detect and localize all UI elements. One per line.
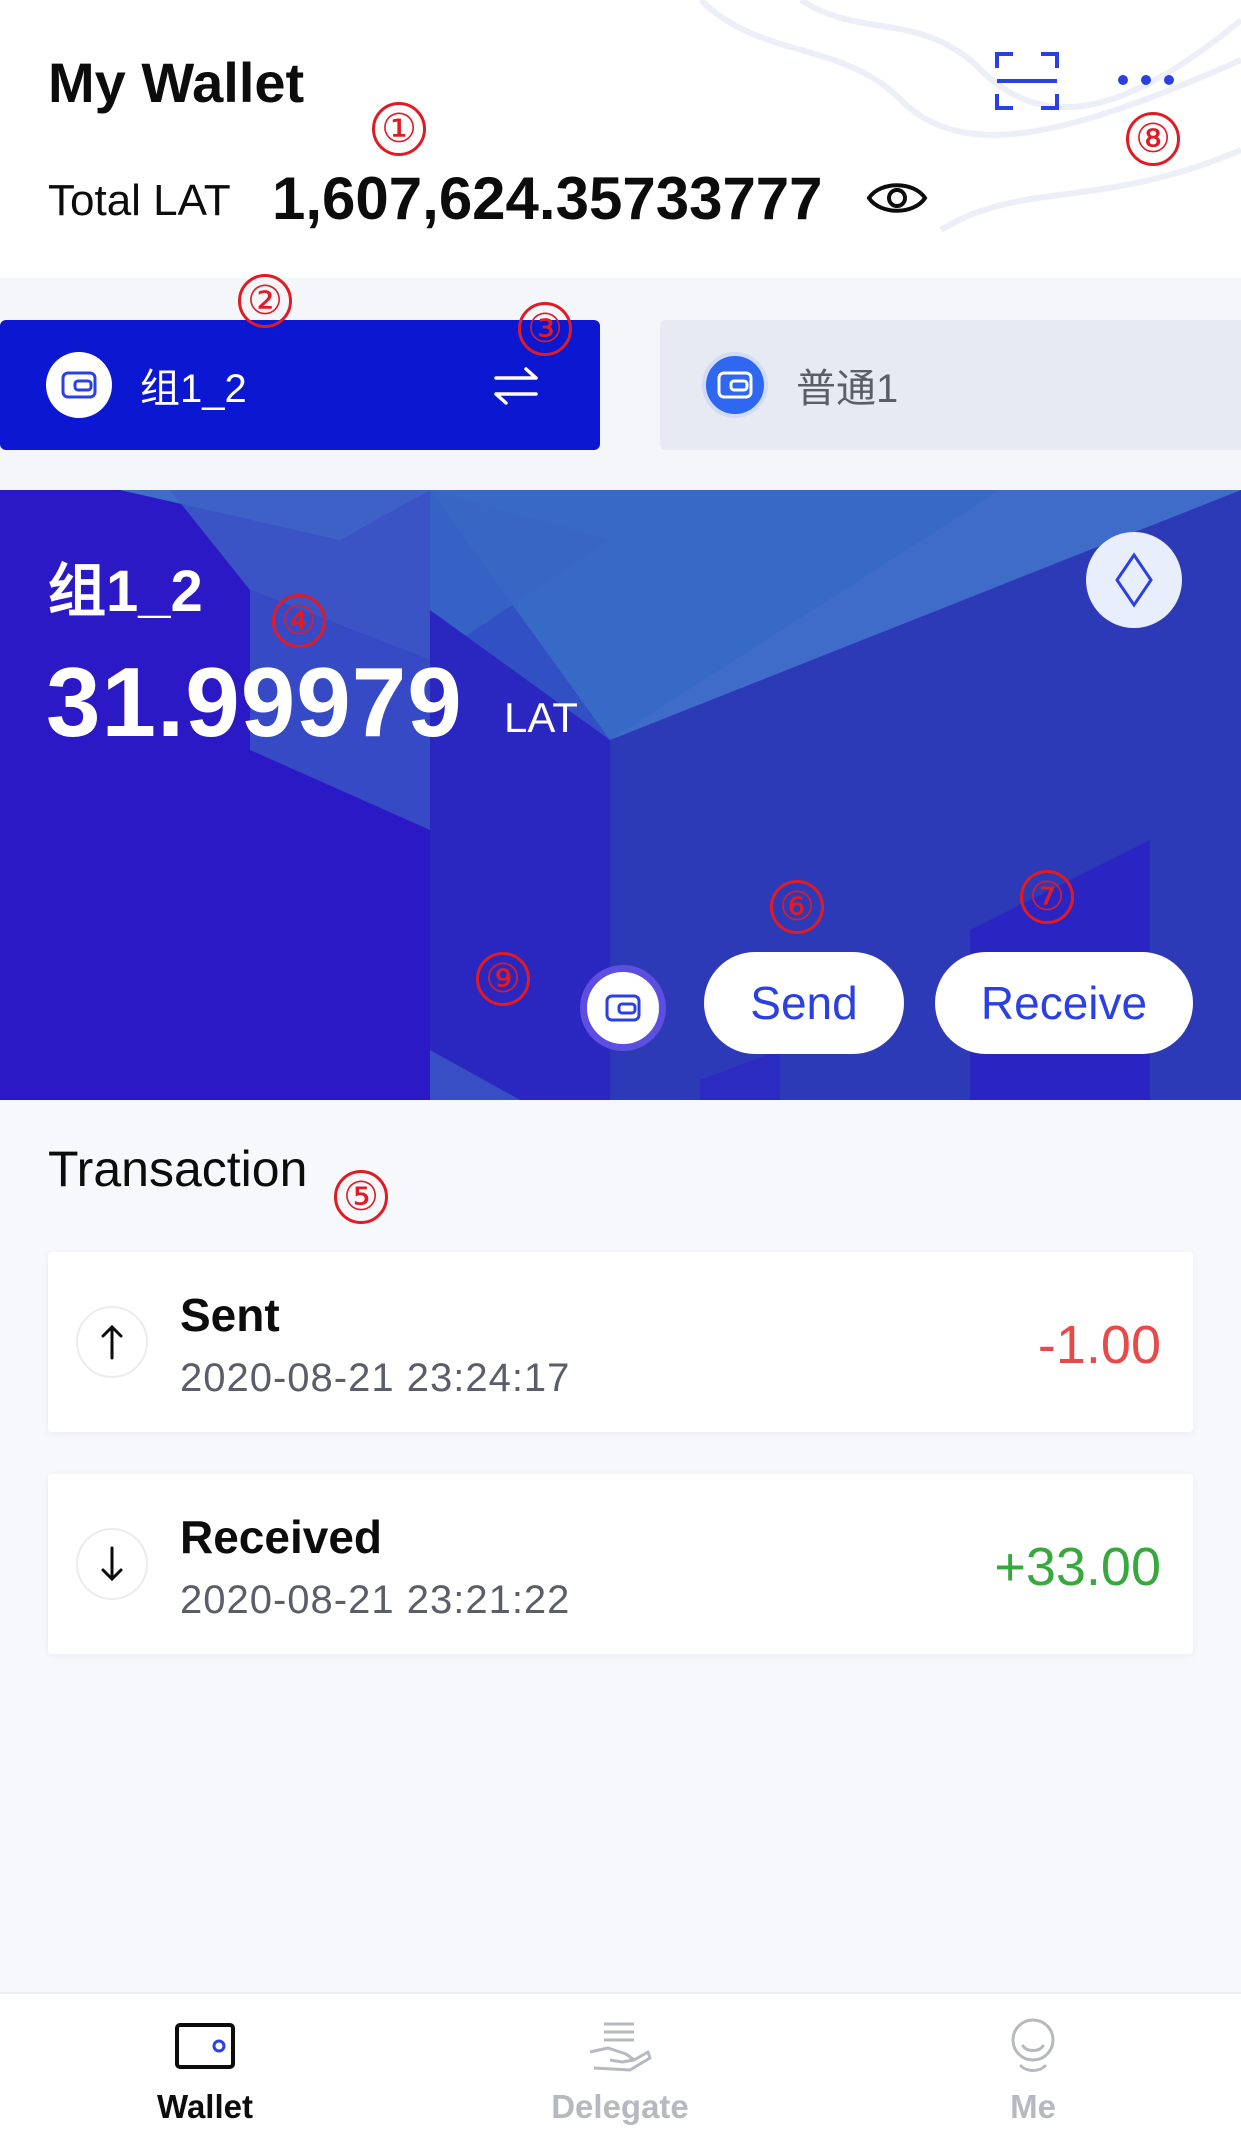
more-icon [1118,75,1174,85]
total-label: Total LAT [48,176,231,225]
wallet-icon [170,2016,240,2076]
annotation-marker-7: ⑦ [1020,870,1074,924]
wallet-icon [702,352,768,418]
transaction-amount: -1.00 [1037,1315,1161,1375]
nav-wallet-label: Wallet [157,2088,253,2125]
arrow-up-icon [76,1306,148,1378]
wallet-tab-inactive[interactable]: 普通1 [660,320,1241,450]
card-unit: LAT [504,694,578,741]
nav-wallet[interactable]: Wallet [105,1994,305,2139]
header: My Wallet Total LAT 1,607,624.35733777 [0,0,1241,278]
wallet-icon [605,994,641,1022]
annotation-marker-9: ⑨ [476,952,530,1006]
annotation-marker-3: ③ [518,302,572,356]
diamond-icon [1115,552,1153,608]
nav-me-label: Me [1010,2088,1056,2125]
transaction-time: 2020-08-21 23:21:22 [180,1578,571,1622]
card-wallet-name: 组1_2 [48,559,203,624]
wallet-detail-button[interactable] [580,965,666,1051]
wallet-tab-active[interactable]: 组1_2 [0,320,600,450]
total-value: 1,607,624.35733777 [272,165,823,232]
wallet-tabs: 组1_2 普通1 [0,278,1241,490]
transaction-row[interactable]: Sent 2020-08-21 23:24:17 -1.00 [48,1252,1193,1432]
switch-wallet-button[interactable] [490,364,542,408]
bottom-nav: Wallet Delegate Me [0,1992,1241,2139]
transactions-title: Transaction [48,1141,308,1197]
me-icon [998,2016,1068,2076]
page-title: My Wallet [48,51,305,114]
eye-icon [866,183,928,213]
switch-icon [494,367,538,405]
nav-delegate-label: Delegate [551,2088,689,2125]
diamond-button[interactable] [1086,532,1182,628]
annotation-marker-5: ⑤ [334,1170,388,1224]
delegate-icon [585,2016,655,2076]
scan-button[interactable] [995,52,1059,110]
annotation-marker-6: ⑥ [770,880,824,934]
transaction-row[interactable]: Received 2020-08-21 23:21:22 +33.00 [48,1474,1193,1654]
card-balance: 31.99979 [46,647,463,757]
transaction-amount: +33.00 [994,1537,1161,1597]
balance-card: 组1_2 31.99979 LAT Send Receive [0,490,1241,1100]
wallet-icon [46,352,112,418]
annotation-marker-4: ④ [272,594,326,648]
send-button[interactable]: Send [704,952,904,1054]
more-button[interactable] [1113,60,1183,102]
toggle-visibility-button[interactable] [866,173,928,223]
nav-delegate[interactable]: Delegate [520,1994,720,2139]
receive-button[interactable]: Receive [935,952,1193,1054]
scan-icon [995,52,1059,110]
arrow-down-icon [76,1528,148,1600]
nav-me[interactable]: Me [933,1994,1133,2139]
wallet-tab-name: 普通1 [796,367,899,411]
annotation-marker-1: ① [372,102,426,156]
transaction-type: Sent [180,1289,280,1341]
annotation-marker-8: ⑧ [1126,112,1180,166]
transaction-time: 2020-08-21 23:24:17 [180,1356,571,1400]
wallet-tab-name: 组1_2 [140,367,247,411]
annotation-marker-2: ② [238,274,292,328]
transaction-type: Received [180,1511,383,1563]
